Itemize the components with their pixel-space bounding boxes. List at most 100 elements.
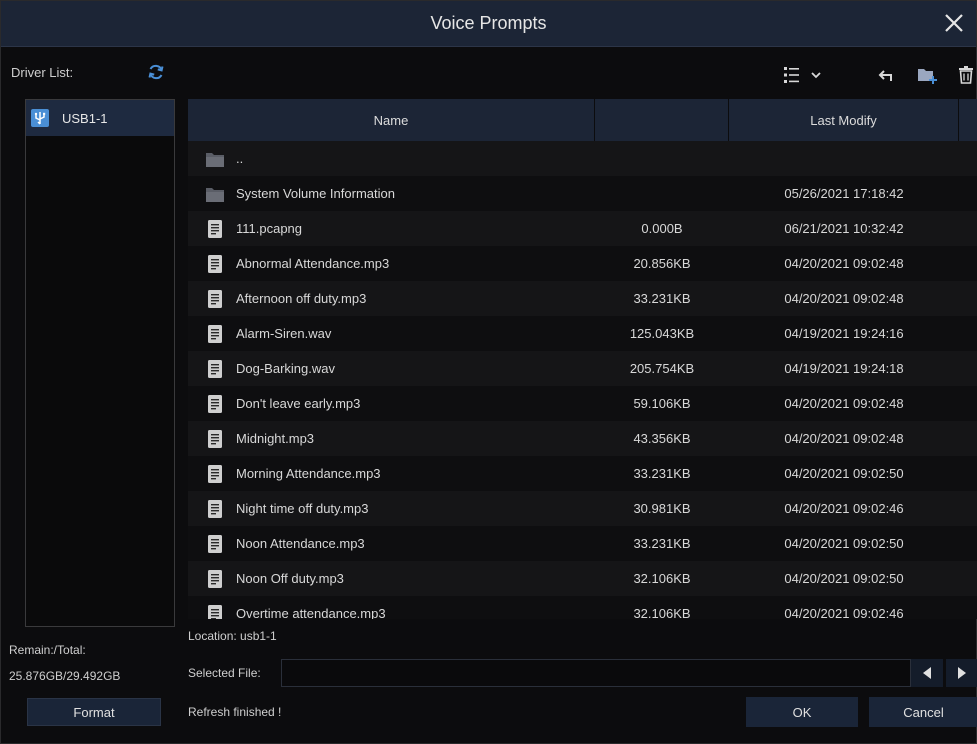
file-size: 33.231KB <box>633 536 691 551</box>
selected-file-input[interactable] <box>281 659 911 687</box>
remain-total-value: 25.876GB/29.492GB <box>9 669 121 683</box>
selected-file-label: Selected File: <box>188 666 261 680</box>
file-name: Alarm-Siren.wav <box>236 326 332 341</box>
file-name: Overtime attendance.mp3 <box>236 606 386 619</box>
title-bar: Voice Prompts <box>1 1 976 47</box>
file-size: 33.231KB <box>633 291 691 306</box>
file-last-modify: 04/19/2021 19:24:18 <box>784 361 904 376</box>
file-size: 30.981KB <box>633 501 691 516</box>
file-name-cell: 111.pcapng <box>188 218 595 240</box>
table-row[interactable]: Alarm-Siren.wav 125.043KB 04/19/2021 19:24… <box>188 316 977 351</box>
file-last-modify: 04/20/2021 09:02:50 <box>784 466 904 481</box>
file-size: 20.856KB <box>633 256 691 271</box>
table-row[interactable]: Night time off duty.mp3 30.981KB 04/20/202… <box>188 491 977 526</box>
file-name: .. <box>236 151 244 166</box>
arrow-right-icon <box>958 667 966 679</box>
location-text: Location: usb1-1 <box>188 629 277 643</box>
new-folder-icon[interactable] <box>916 65 938 85</box>
file-size: 205.754KB <box>629 361 695 376</box>
file-last-modify: 05/26/2021 17:18:42 <box>784 186 904 201</box>
cancel-button[interactable]: Cancel <box>869 697 977 727</box>
table-row[interactable]: Dog-Barking.wav 205.754KB 04/19/2021 19:24… <box>188 351 977 386</box>
voice-prompts-dialog: Voice Prompts Driver List: USB1-1 Remain… <box>0 0 977 744</box>
file-name: Abnormal Attendance.mp3 <box>236 256 390 271</box>
file-name-cell: Don't leave early.mp3 <box>188 393 595 415</box>
file-name: Noon Attendance.mp3 <box>236 536 365 551</box>
close-icon[interactable] <box>940 9 968 37</box>
back-icon[interactable] <box>875 65 897 85</box>
file-size: 125.043KB <box>629 326 695 341</box>
usb-drive-icon <box>30 108 50 128</box>
file-last-modify: 04/20/2021 09:02:48 <box>784 256 904 271</box>
file-last-modify: 04/20/2021 09:02:48 <box>784 396 904 411</box>
file-size: 33.231KB <box>633 466 691 481</box>
file-name-cell: Abnormal Attendance.mp3 <box>188 253 595 275</box>
file-icon <box>204 533 226 555</box>
file-table: Name Last Modify .. System Volume Informa… <box>188 99 977 619</box>
file-name-cell: Dog-Barking.wav <box>188 358 595 380</box>
table-row[interactable]: Midnight.mp3 43.356KB 04/20/2021 09:02:48 <box>188 421 977 456</box>
file-name-cell: System Volume Information <box>188 183 595 205</box>
table-row[interactable]: Abnormal Attendance.mp3 20.856KB 04/20/202… <box>188 246 977 281</box>
ok-button[interactable]: OK <box>746 697 858 727</box>
file-icon <box>204 288 226 310</box>
file-icon <box>204 603 226 619</box>
status-text: Refresh finished ! <box>188 705 282 719</box>
file-icon <box>204 323 226 345</box>
driver-item-label: USB1-1 <box>62 110 108 126</box>
file-last-modify: 04/20/2021 09:02:46 <box>784 606 904 619</box>
dialog-title: Voice Prompts <box>430 13 547 33</box>
table-row[interactable]: Noon Off duty.mp3 32.106KB 04/20/2021 09:0… <box>188 561 977 596</box>
file-icon <box>204 568 226 590</box>
next-button[interactable] <box>946 659 977 687</box>
file-icon <box>204 393 226 415</box>
table-row[interactable]: 111.pcapng 0.000B 06/21/2021 10:32:42 <box>188 211 977 246</box>
file-rows: .. System Volume Information 05/26/2021 17… <box>188 141 977 619</box>
column-header-spacer <box>959 99 977 141</box>
file-last-modify: 04/20/2021 09:02:48 <box>784 291 904 306</box>
column-header-name[interactable]: Name <box>188 99 595 141</box>
driver-item-usb1-1[interactable]: USB1-1 <box>26 100 174 136</box>
file-size: 59.106KB <box>633 396 691 411</box>
table-row[interactable]: .. <box>188 141 977 176</box>
file-name: Noon Off duty.mp3 <box>236 571 344 586</box>
column-header-size[interactable] <box>595 99 729 141</box>
file-icon <box>204 218 226 240</box>
file-last-modify: 04/20/2021 09:02:46 <box>784 501 904 516</box>
file-name: Midnight.mp3 <box>236 431 315 446</box>
file-last-modify: 06/21/2021 10:32:42 <box>784 221 904 236</box>
file-icon <box>204 428 226 450</box>
table-row[interactable]: Morning Attendance.mp3 33.231KB 04/20/2021… <box>188 456 977 491</box>
file-name: Dog-Barking.wav <box>236 361 335 376</box>
file-name-cell: Morning Attendance.mp3 <box>188 463 595 485</box>
file-name: Morning Attendance.mp3 <box>236 466 381 481</box>
table-row[interactable]: Overtime attendance.mp3 32.106KB 04/20/202… <box>188 596 977 619</box>
file-size: 0.000B <box>641 221 683 236</box>
table-row[interactable]: Don't leave early.mp3 59.106KB 04/20/2021 … <box>188 386 977 421</box>
remain-total-label: Remain:/Total: <box>9 643 86 657</box>
file-icon <box>204 498 226 520</box>
driver-list: USB1-1 <box>25 99 175 627</box>
file-name-cell: Midnight.mp3 <box>188 428 595 450</box>
prev-button[interactable] <box>911 659 943 687</box>
table-row[interactable]: Noon Attendance.mp3 33.231KB 04/20/2021 09… <box>188 526 977 561</box>
file-last-modify: 04/20/2021 09:02:48 <box>784 431 904 446</box>
file-icon <box>204 358 226 380</box>
file-name-cell: Noon Attendance.mp3 <box>188 533 595 555</box>
table-row[interactable]: Afternoon off duty.mp3 33.231KB 04/20/2021… <box>188 281 977 316</box>
delete-icon[interactable] <box>955 65 977 85</box>
file-name-cell: Alarm-Siren.wav <box>188 323 595 345</box>
refresh-icon[interactable] <box>147 63 165 81</box>
column-header-last-modify[interactable]: Last Modify <box>729 99 959 141</box>
file-name: 111.pcapng <box>236 221 303 236</box>
format-button[interactable]: Format <box>27 698 161 726</box>
file-name-cell: .. <box>188 148 595 170</box>
file-name: System Volume Information <box>236 186 395 201</box>
file-name-cell: Afternoon off duty.mp3 <box>188 288 595 310</box>
file-icon <box>204 253 226 275</box>
table-header: Name Last Modify <box>188 99 977 141</box>
table-row[interactable]: System Volume Information 05/26/2021 17:1… <box>188 176 977 211</box>
list-view-icon[interactable] <box>783 65 827 85</box>
arrow-left-icon <box>923 667 931 679</box>
file-name-cell: Noon Off duty.mp3 <box>188 568 595 590</box>
